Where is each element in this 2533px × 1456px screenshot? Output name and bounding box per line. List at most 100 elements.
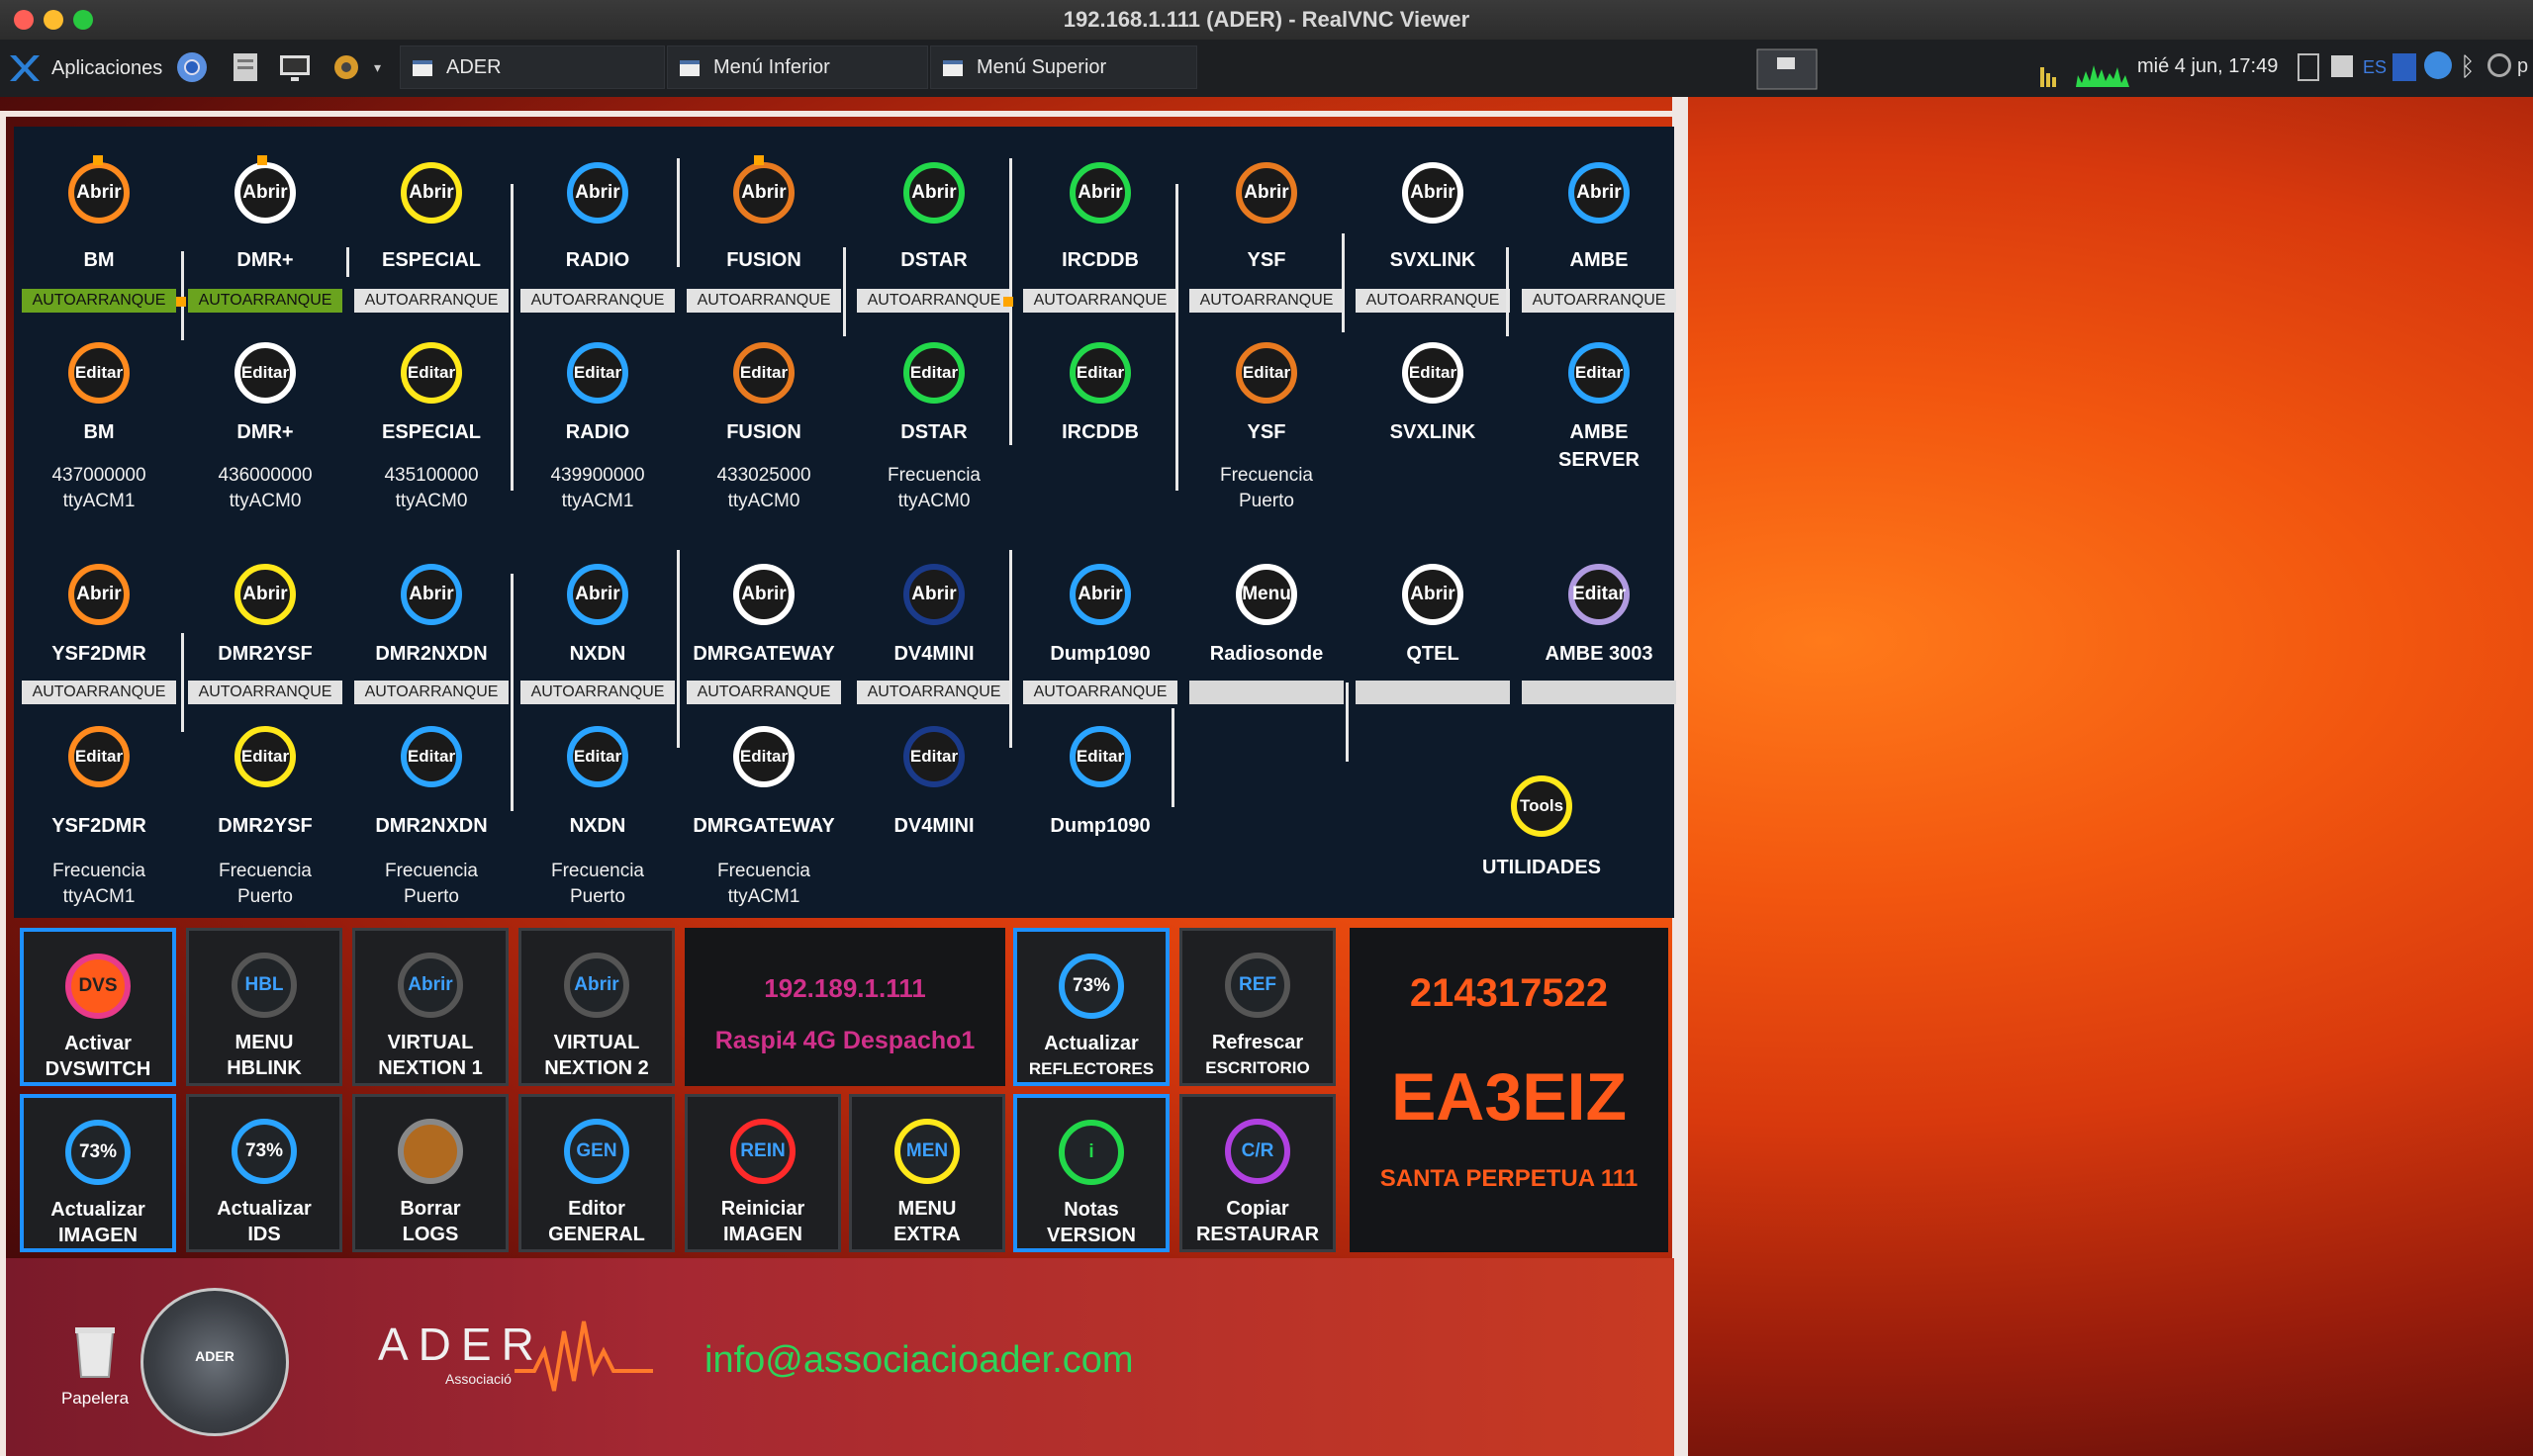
edit-button[interactable]: Editar [1070,342,1131,404]
autostart-toggle[interactable]: AUTOARRANQUE [520,289,675,313]
tile-imagen[interactable]: 73% Actualizar IMAGEN [20,1094,176,1252]
open-button[interactable]: Abrir [567,564,628,625]
volume-icon[interactable] [2487,53,2511,77]
open-button[interactable]: Abrir [68,564,130,625]
autostart-toggle[interactable]: AUTOARRANQUE [1023,681,1177,704]
autostart-toggle[interactable] [1189,681,1344,704]
tile-logs[interactable]: Borrar LOGS [352,1094,509,1252]
keyboard-layout-indicator[interactable]: ES [2363,57,2387,78]
separator [511,574,514,811]
edit-button[interactable]: Editar [567,342,628,404]
open-button[interactable]: Abrir [235,162,296,224]
tile-nextion-1[interactable]: Abrir VIRTUAL NEXTION 1 [352,928,509,1086]
edit-button[interactable]: Editar [401,726,462,787]
clipboard-icon[interactable] [2331,55,2353,77]
tile-reflectores[interactable]: 73% Actualizar REFLECTORES [1013,928,1170,1086]
edit-button[interactable]: Editar [1568,342,1630,404]
autostart-toggle[interactable] [1522,681,1676,704]
edit-button[interactable]: Editar [401,342,462,404]
edit-button[interactable]: Editar [733,342,795,404]
open-button[interactable]: Abrir [903,162,965,224]
open-button[interactable]: Abrir [1236,162,1297,224]
tile-hblink[interactable]: HBL MENU HBLINK [186,928,342,1086]
open-button[interactable]: Abrir [733,162,795,224]
open-button[interactable]: Abrir [733,564,795,625]
autostart-toggle[interactable]: AUTOARRANQUE [188,681,342,704]
autostart-toggle[interactable]: AUTOARRANQUE [22,681,176,704]
open-button[interactable]: Abrir [401,564,462,625]
open-button[interactable]: Abrir [1070,162,1131,224]
contact-email[interactable]: info@associacioader.com [704,1339,1134,1382]
tile-ids[interactable]: 73% Actualizar IDS [186,1094,342,1252]
ader-seal-logo[interactable]: ADER [141,1288,289,1436]
edit-button[interactable]: Editar [903,342,965,404]
autostart-toggle[interactable]: AUTOARRANQUE [1023,289,1177,313]
tile-imagen[interactable]: REIN Reiniciar IMAGEN [685,1094,841,1252]
autostart-toggle[interactable]: AUTOARRANQUE [354,289,509,313]
tile-general[interactable]: GEN Editor GENERAL [518,1094,675,1252]
update-icon[interactable] [2424,51,2452,79]
edit-button[interactable]: Editar [903,726,965,787]
tile-nextion-2[interactable]: Abrir VIRTUAL NEXTION 2 [518,928,675,1086]
open-button[interactable]: Editar [1568,564,1630,625]
terminal-icon[interactable] [277,49,313,85]
network-icon[interactable] [2298,53,2319,81]
open-button[interactable]: Abrir [68,162,130,224]
open-button[interactable]: Abrir [567,162,628,224]
tile-label-line1: Reiniciar [720,1198,805,1220]
edit-button[interactable]: Editar [1070,726,1131,787]
open-button[interactable]: Abrir [235,564,296,625]
autostart-toggle[interactable]: AUTOARRANQUE [687,289,841,313]
port-text: ttyACM0 [395,491,468,511]
frequency-text: 437000000 [51,465,146,486]
file-manager-icon[interactable] [228,49,263,85]
autostart-toggle[interactable]: AUTOARRANQUE [1522,289,1676,313]
open-button[interactable]: Abrir [1402,564,1463,625]
vnc-icon[interactable] [2392,53,2416,81]
tile-escritorio[interactable]: REF Refrescar ESCRITORIO [1179,928,1336,1086]
autostart-toggle[interactable] [1356,681,1510,704]
tile-dvswitch[interactable]: DVS Activar DVSWITCH [20,928,176,1086]
open-button[interactable]: Menu [1236,564,1297,625]
tile-extra[interactable]: MEN MENU EXTRA [849,1094,1005,1252]
tile-restaurar[interactable]: C/R Copiar RESTAURAR [1179,1094,1336,1252]
vnc-title-bar[interactable]: 192.168.1.111 (ADER) - RealVNC Viewer [0,0,2533,41]
open-button[interactable]: Abrir [1070,564,1131,625]
open-button[interactable]: Abrir [903,564,965,625]
edit-button[interactable]: Editar [68,342,130,404]
tray-overflow[interactable]: p [2517,55,2528,78]
bluetooth-icon[interactable]: ᛒ [2460,51,2476,82]
applications-menu[interactable]: Aplicaciones [6,49,162,87]
autostart-toggle[interactable]: AUTOARRANQUE [354,681,509,704]
edit-button[interactable]: Editar [68,726,130,787]
autostart-toggle[interactable]: AUTOARRANQUE [1189,289,1344,313]
edit-button[interactable]: Editar [235,342,296,404]
autostart-toggle[interactable]: AUTOARRANQUE [857,289,1011,313]
task-menu-inferior[interactable]: Menú Inferior [667,46,928,89]
edit-button[interactable]: Editar [567,726,628,787]
workspace-switcher-icon[interactable] [1755,47,1819,91]
chevron-down-icon[interactable]: ▾ [374,59,381,76]
task-ader[interactable]: ADER [400,46,665,89]
separator [677,550,680,748]
autostart-toggle[interactable]: AUTOARRANQUE [188,289,342,313]
open-button[interactable]: Abrir [401,162,462,224]
task-menu-superior[interactable]: Menú Superior [930,46,1197,89]
tools-button[interactable]: Tools [1511,775,1572,837]
browser-icon[interactable] [174,49,210,85]
autostart-toggle[interactable]: AUTOARRANQUE [520,681,675,704]
open-button[interactable]: Abrir [1402,162,1463,224]
service-row2-4: Abrir DMRGATEWAY AUTOARRANQUE Editar DMRGATE… [681,0,847,907]
autostart-toggle[interactable]: AUTOARRANQUE [1356,289,1510,313]
edit-button[interactable]: Editar [733,726,795,787]
autostart-toggle[interactable]: AUTOARRANQUE [22,289,176,313]
edit-button[interactable]: Editar [1402,342,1463,404]
open-button[interactable]: Abrir [1568,162,1630,224]
settings-tool-icon[interactable] [328,49,364,85]
autostart-toggle[interactable]: AUTOARRANQUE [687,681,841,704]
edit-button[interactable]: Editar [1236,342,1297,404]
tile-version[interactable]: i Notas VERSION [1013,1094,1170,1252]
clock[interactable]: mié 4 jun, 17:49 [2137,55,2278,78]
autostart-toggle[interactable]: AUTOARRANQUE [857,681,1011,704]
edit-button[interactable]: Editar [235,726,296,787]
